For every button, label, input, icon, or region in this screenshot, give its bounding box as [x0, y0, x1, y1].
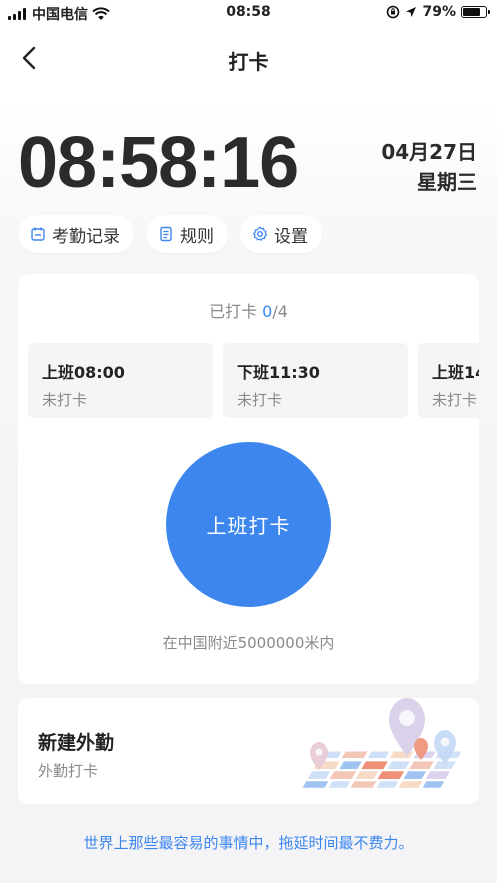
field-work-title: 新建外勤	[38, 732, 115, 754]
motivational-quote: 世界上那些最容易的事情中，拖延时间最不费力。	[83, 834, 414, 852]
punch-progress: 已打卡 0/4	[18, 298, 479, 322]
nav-bar: 打卡	[0, 36, 497, 80]
location-arrow-icon	[406, 7, 417, 17]
quick-actions: 考勤记录 规则 设置	[18, 215, 322, 253]
rotation-lock-icon	[387, 5, 400, 19]
shift-list[interactable]: 上班08:00 未打卡 下班11:30 未打卡 上班14 未打卡	[28, 343, 479, 418]
current-weekday: 星期三	[417, 170, 477, 194]
current-time: 08:58:16	[18, 123, 299, 203]
shift-card[interactable]: 下班11:30 未打卡	[223, 343, 408, 418]
settings-button[interactable]: 设置	[240, 215, 322, 253]
current-date: 04月27日	[381, 140, 477, 164]
status-right: 79%	[386, 4, 490, 20]
page-title: 打卡	[228, 50, 269, 74]
shift-card[interactable]: 上班14 未打卡	[418, 343, 479, 418]
progress-count: 0	[262, 302, 273, 321]
date-block: 04月27日 星期三	[381, 137, 477, 197]
rules-button[interactable]: 规则	[146, 215, 228, 253]
location-range-text: 在中国附近5000000米内	[162, 634, 335, 652]
shift-title: 上班14	[432, 363, 479, 382]
shift-card[interactable]: 上班08:00 未打卡	[28, 343, 213, 418]
battery-percent: 79%	[422, 4, 456, 20]
shift-status: 未打卡	[237, 391, 283, 409]
attendance-records-button[interactable]: 考勤记录	[18, 215, 134, 253]
field-work-card[interactable]: 新建外勤 外勤打卡	[18, 698, 479, 804]
field-work-subtitle: 外勤打卡	[38, 762, 99, 780]
gear-icon	[253, 226, 268, 241]
shift-status: 未打卡	[42, 391, 88, 409]
settings-label: 设置	[274, 226, 308, 247]
calendar-icon	[31, 227, 45, 241]
attendance-card: 已打卡 0/4 上班08:00 未打卡 下班11:30 未打卡 上班14 未打卡…	[18, 274, 479, 684]
battery-fill	[463, 8, 481, 16]
shift-title: 上班08:00	[42, 363, 125, 382]
status-bar: 中国电信 08:58 79%	[0, 0, 497, 26]
map-illustration	[302, 698, 462, 788]
progress-prefix: 已打卡	[209, 302, 263, 321]
progress-total: /4	[272, 302, 288, 321]
attendance-records-label: 考勤记录	[52, 226, 120, 247]
punch-in-button[interactable]: 上班打卡	[166, 442, 331, 607]
document-icon	[160, 226, 172, 242]
rules-label: 规则	[180, 226, 214, 247]
shift-title: 下班11:30	[237, 363, 320, 382]
shift-status: 未打卡	[432, 391, 478, 409]
battery-icon	[461, 6, 490, 18]
